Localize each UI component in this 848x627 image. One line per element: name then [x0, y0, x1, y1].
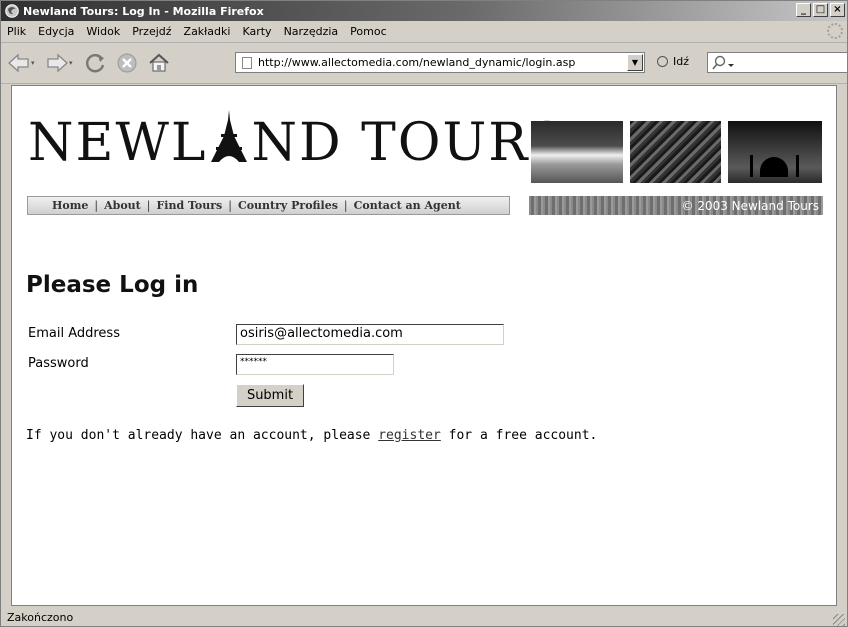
submit-button[interactable]: Submit	[236, 384, 304, 407]
nav-separator: |	[343, 199, 348, 212]
nav-contact-agent[interactable]: Contact an Agent	[354, 199, 461, 212]
menu-zakladki[interactable]: Zakładki	[178, 25, 237, 38]
status-text: Zakończono	[7, 611, 74, 624]
page-icon	[242, 56, 252, 69]
search-box[interactable]	[707, 52, 847, 73]
nav-find-tours[interactable]: Find Tours	[156, 199, 222, 212]
nav-home[interactable]: Home	[52, 199, 88, 212]
taj-dome	[760, 157, 788, 177]
status-bar: Zakończono	[1, 608, 847, 626]
nav-country-profiles[interactable]: Country Profiles	[238, 199, 338, 212]
menu-edycja[interactable]: Edycja	[32, 25, 80, 38]
page-heading: Please Log in	[26, 272, 199, 298]
url-bar[interactable]: http://www.allectomedia.com/newland_dyna…	[235, 52, 645, 73]
page-content: NEWL ND TOURS Home | About | Find Tours |…	[11, 85, 837, 606]
info-text-after: for a free account.	[440, 428, 598, 443]
forward-button[interactable]	[43, 49, 71, 77]
home-button[interactable]	[145, 49, 173, 77]
taj-mahal-photo	[728, 121, 822, 183]
window-controls: _ □ ×	[796, 3, 845, 17]
menu-widok[interactable]: Widok	[80, 25, 126, 38]
close-button[interactable]: ×	[830, 3, 845, 17]
logo-text-right: ND TOURS	[251, 113, 568, 173]
resize-grip-icon[interactable]	[833, 614, 845, 626]
register-link[interactable]: register	[378, 428, 441, 443]
info-text-before: If you don't already have an account, pl…	[26, 428, 379, 443]
forward-arrow-icon	[47, 53, 68, 73]
back-arrow-icon	[8, 53, 29, 73]
home-icon	[149, 53, 169, 72]
logo-text-left: NEWL	[28, 113, 208, 173]
copyright-banner: © 2003 Newland Tours	[529, 196, 823, 215]
stop-button[interactable]	[113, 49, 141, 77]
taj-minaret-left	[750, 155, 753, 177]
copyright-text: © 2003 Newland Tours	[681, 198, 820, 213]
register-info: If you don't already have an account, pl…	[26, 428, 597, 443]
search-icon	[712, 55, 734, 69]
minimize-button[interactable]: _	[796, 3, 811, 17]
email-label: Email Address	[28, 326, 120, 341]
throbber-icon	[827, 23, 843, 39]
site-nav: Home | About | Find Tours | Country Prof…	[27, 196, 510, 215]
menu-przejdz[interactable]: Przejdź	[126, 25, 177, 38]
menu-pomoc[interactable]: Pomoc	[344, 25, 392, 38]
firefox-icon	[5, 4, 19, 18]
go-icon	[657, 56, 668, 67]
back-dropdown-icon[interactable]: ▾	[31, 59, 39, 67]
go-button[interactable]: Idź	[657, 55, 689, 68]
maximize-button[interactable]: □	[813, 3, 828, 17]
nav-separator: |	[94, 199, 99, 212]
url-text[interactable]: http://www.allectomedia.com/newland_dyna…	[258, 56, 627, 69]
terraces-photo	[630, 121, 721, 183]
taj-minaret-right	[796, 155, 799, 177]
reload-button[interactable]	[81, 49, 109, 77]
beach-photo	[531, 121, 623, 183]
menu-narzedzia[interactable]: Narzędzia	[278, 25, 345, 38]
nav-about[interactable]: About	[104, 199, 141, 212]
navigation-toolbar: ▾ ▾ http://www.allectomedia.com/newland_…	[1, 43, 847, 84]
email-field[interactable]: osiris@allectomedia.com	[236, 324, 504, 345]
go-label: Idź	[673, 55, 690, 68]
url-dropdown-button[interactable]: ▼	[627, 54, 643, 71]
menu-karty[interactable]: Karty	[236, 25, 277, 38]
browser-window: Newland Tours: Log In - Mozilla Firefox …	[0, 0, 848, 627]
title-bar: Newland Tours: Log In - Mozilla Firefox …	[1, 1, 847, 21]
password-label: Password	[28, 356, 89, 371]
back-button[interactable]	[5, 49, 33, 77]
site-logo[interactable]: NEWL ND TOURS	[28, 110, 567, 173]
forward-dropdown-icon[interactable]: ▾	[69, 59, 77, 67]
menu-plik[interactable]: Plik	[1, 25, 32, 38]
menu-bar: Plik Edycja Widok Przejdź Zakładki Karty…	[1, 21, 847, 43]
eiffel-tower-icon	[211, 110, 248, 162]
nav-separator: |	[146, 199, 151, 212]
scrollbar-gutter	[837, 85, 847, 606]
window-title: Newland Tours: Log In - Mozilla Firefox	[23, 4, 264, 18]
password-field[interactable]: ******	[236, 354, 394, 375]
stop-icon	[117, 53, 137, 73]
nav-separator: |	[228, 199, 232, 212]
reload-icon	[86, 54, 105, 73]
